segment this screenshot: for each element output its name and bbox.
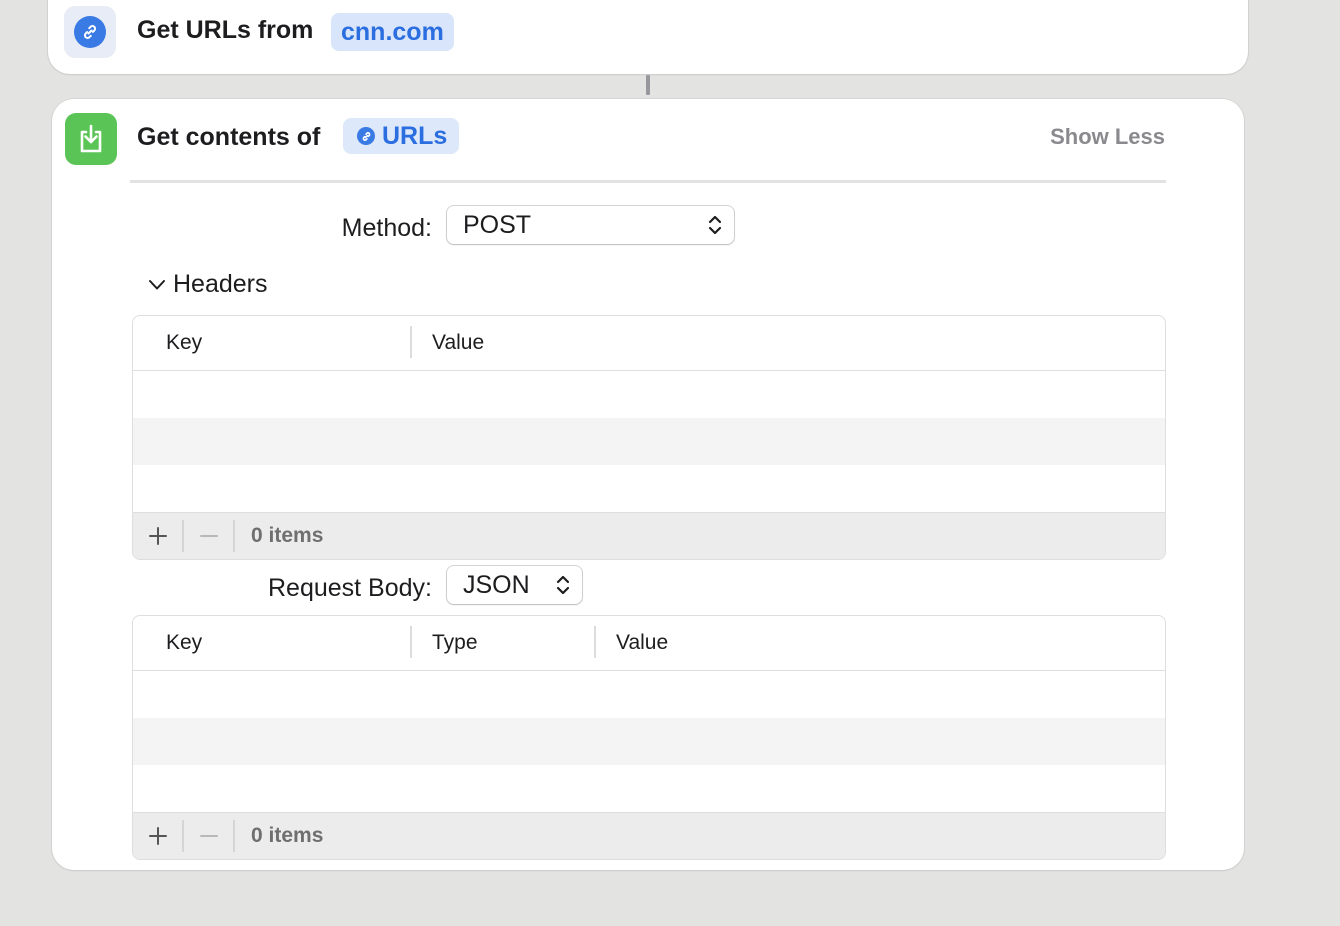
table-header: Key Type Value	[133, 616, 1165, 671]
chevron-down-icon	[149, 279, 165, 289]
table-row[interactable]	[133, 671, 1165, 718]
column-header-value: Value	[432, 331, 485, 354]
request-body-value: JSON	[463, 570, 530, 599]
action-card-get-contents[interactable]: Get contents of URLs Show Less Method: P…	[52, 99, 1244, 870]
table-row[interactable]	[133, 765, 1165, 812]
chevron-updown-icon	[556, 575, 570, 595]
minus-icon	[199, 835, 218, 837]
plus-icon	[148, 827, 167, 845]
table-row[interactable]	[133, 465, 1165, 512]
urls-token-label: URLs	[382, 121, 448, 150]
item-count: 0 items	[251, 524, 324, 547]
item-count: 0 items	[251, 824, 324, 847]
download-icon	[65, 113, 117, 165]
table-footer: 0 items	[133, 512, 1165, 559]
link-icon	[357, 127, 375, 145]
method-value: POST	[463, 210, 532, 239]
urls-token[interactable]: URLs	[343, 118, 460, 154]
method-popup[interactable]: POST	[447, 206, 734, 244]
request-body-table[interactable]: Key Type Value 0 items	[132, 615, 1166, 860]
action-connector	[646, 75, 650, 95]
headers-table[interactable]: Key Value 0 items	[132, 315, 1166, 560]
column-header-key: Key	[166, 331, 203, 354]
column-header-key: Key	[166, 631, 203, 654]
headers-disclosure[interactable]: Headers	[148, 270, 268, 299]
show-less-button[interactable]: Show Less	[1050, 124, 1165, 150]
link-icon	[64, 6, 116, 58]
add-row-button[interactable]	[133, 513, 182, 559]
request-body-label: Request Body:	[268, 574, 432, 602]
remove-row-button[interactable]	[184, 513, 233, 559]
table-row[interactable]	[133, 718, 1165, 765]
divider	[130, 180, 1166, 183]
headers-label: Headers	[173, 270, 268, 298]
divider	[233, 820, 235, 852]
column-header-type: Type	[432, 631, 478, 654]
action-card-get-urls[interactable]: Get URLs from cnn.com	[48, 0, 1248, 74]
url-token[interactable]: cnn.com	[331, 13, 454, 51]
request-body-popup[interactable]: JSON	[447, 566, 582, 604]
column-header-value: Value	[616, 631, 669, 654]
column-separator	[410, 326, 412, 358]
chevron-updown-icon	[708, 215, 722, 235]
plus-icon	[148, 527, 167, 545]
column-separator	[594, 626, 596, 658]
add-row-button[interactable]	[133, 813, 182, 859]
minus-icon	[199, 535, 218, 537]
action-title: Get contents of	[137, 123, 321, 151]
table-row[interactable]	[133, 371, 1165, 418]
table-row[interactable]	[133, 418, 1165, 465]
column-separator	[410, 626, 412, 658]
remove-row-button[interactable]	[184, 813, 233, 859]
method-label: Method:	[341, 214, 432, 242]
table-header: Key Value	[133, 316, 1165, 371]
divider	[233, 520, 235, 552]
action-title: Get URLs from	[137, 16, 314, 44]
table-footer: 0 items	[133, 812, 1165, 859]
